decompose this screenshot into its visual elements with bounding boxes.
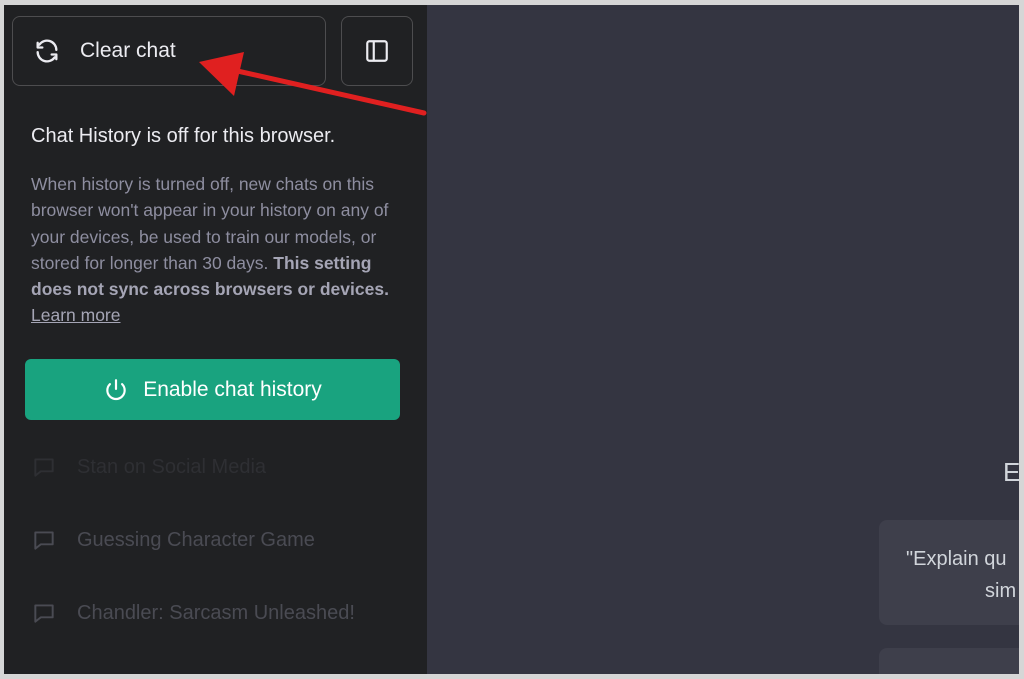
main-heading-partial: E	[1003, 457, 1019, 487]
enable-chat-history-label: Enable chat history	[143, 377, 322, 401]
enable-chat-history-button[interactable]: Enable chat history	[25, 359, 400, 420]
sidebar-toggle-icon	[366, 40, 388, 62]
learn-more-link[interactable]: Learn more	[31, 305, 121, 325]
history-item[interactable]: Guessing Character Game	[31, 525, 411, 555]
sidebar: Clear chat Chat History is off for this …	[4, 5, 427, 674]
example-prompt-card[interactable]	[879, 648, 1019, 674]
chat-bubble-icon	[34, 458, 54, 477]
example-prompt-text: "Explain qu sim	[906, 543, 1019, 607]
history-item-label: Chandler: Sarcasm Unleashed!	[77, 601, 355, 624]
history-off-title: Chat History is off for this browser.	[31, 125, 336, 147]
history-item[interactable]: Chandler: Sarcasm Unleashed!	[31, 598, 411, 628]
sidebar-toggle-button[interactable]	[341, 16, 413, 86]
clear-chat-button[interactable]: Clear chat	[12, 16, 326, 86]
app-window: Clear chat Chat History is off for this …	[4, 5, 1019, 674]
power-icon	[106, 378, 126, 400]
refresh-icon	[36, 39, 58, 63]
history-off-description: When history is turned off, new chats on…	[31, 171, 396, 329]
clear-chat-label: Clear chat	[80, 39, 176, 62]
history-item[interactable]: Stan on Social Media	[31, 452, 411, 482]
chat-bubble-icon	[34, 531, 54, 550]
history-item-label: Guessing Character Game	[77, 528, 315, 551]
example-prompt-line: "Explain qu	[906, 548, 1007, 570]
example-prompt-line: sim	[985, 580, 1017, 602]
chat-bubble-icon	[34, 604, 54, 623]
history-item-label: Stan on Social Media	[77, 455, 267, 478]
